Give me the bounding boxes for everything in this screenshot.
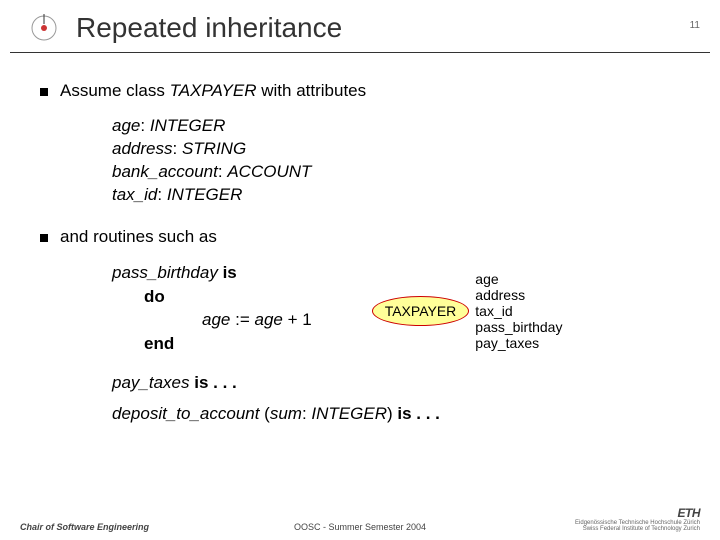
bullet-text: Assume class TAXPAYER with attributes: [60, 81, 366, 101]
routine-code: pass_birthday is do age := age + 1 end: [112, 261, 312, 356]
slide-footer: Chair of Software Engineering OOSC - Sum…: [0, 506, 720, 532]
attribute-line: address: STRING: [112, 138, 680, 161]
text: Assume class: [60, 81, 170, 100]
bullet-item: and routines such as: [40, 227, 680, 247]
var: age: [254, 310, 282, 329]
attribute-line: bank_account: ACCOUNT: [112, 161, 680, 184]
routine-name: pay_taxes: [112, 373, 190, 392]
text: with attributes: [257, 81, 367, 100]
bullet-text: and routines such as: [60, 227, 217, 247]
attr-name: address: [112, 139, 172, 158]
attribute-line: tax_id: INTEGER: [112, 184, 680, 207]
footer-right: ETH Eidgenössische Technische Hochschule…: [575, 506, 700, 532]
text: is . . .: [393, 404, 440, 423]
additional-routines: pay_taxes is . . . deposit_to_account (s…: [112, 368, 680, 429]
attr-type: INTEGER: [167, 185, 243, 204]
member: address: [475, 287, 562, 303]
attr-name: age: [112, 116, 140, 135]
eth-subtitle: Swiss Federal Institute of Technology Zu…: [575, 526, 700, 532]
page-number: 11: [690, 20, 700, 31]
class-member-list: age address tax_id pass_birthday pay_tax…: [475, 271, 562, 351]
member: pay_taxes: [475, 335, 562, 351]
attr-type: STRING: [182, 139, 246, 158]
bullet-item: Assume class TAXPAYER with attributes: [40, 81, 680, 101]
slide-header: Repeated inheritance: [10, 0, 710, 53]
slide-content: Assume class TAXPAYER with attributes ag…: [0, 53, 720, 429]
attr-name: tax_id: [112, 185, 157, 204]
op: :=: [230, 310, 254, 329]
slide-title: Repeated inheritance: [76, 12, 342, 44]
code-line: end: [144, 332, 312, 356]
text: :: [302, 404, 311, 423]
member: age: [475, 271, 562, 287]
text: is . . .: [190, 373, 237, 392]
routine-with-diagram: pass_birthday is do age := age + 1 end T…: [112, 261, 680, 356]
attr-type: ACCOUNT: [227, 162, 311, 181]
routine-name: deposit_to_account: [112, 404, 259, 423]
code-line: do: [144, 285, 312, 309]
text: (: [259, 404, 269, 423]
logo-icon: [30, 14, 58, 42]
footer-left: Chair of Software Engineering: [20, 522, 149, 532]
routine-line: pay_taxes is . . .: [112, 368, 680, 399]
param: sum: [270, 404, 302, 423]
routine-name: pass_birthday: [112, 263, 218, 282]
op: + 1: [283, 310, 312, 329]
member: tax_id: [475, 303, 562, 319]
class-ellipse: TAXPAYER: [372, 296, 470, 326]
routine-line: deposit_to_account (sum: INTEGER) is . .…: [112, 399, 680, 430]
code-line: pass_birthday is: [112, 261, 312, 285]
code-line: age := age + 1: [202, 308, 312, 332]
eth-logo: ETH: [575, 506, 700, 520]
class-diagram: TAXPAYER age address tax_id pass_birthda…: [372, 271, 563, 351]
attr-name: bank_account: [112, 162, 218, 181]
member: pass_birthday: [475, 319, 562, 335]
bullet-icon: [40, 88, 48, 96]
type: INTEGER: [311, 404, 387, 423]
var: age: [202, 310, 230, 329]
attribute-line: age: INTEGER: [112, 115, 680, 138]
bullet-icon: [40, 234, 48, 242]
footer-center: OOSC - Summer Semester 2004: [294, 522, 426, 532]
attr-type: INTEGER: [150, 116, 226, 135]
keyword: is: [223, 263, 237, 282]
class-name: TAXPAYER: [170, 81, 257, 100]
attribute-list: age: INTEGER address: STRING bank_accoun…: [112, 115, 680, 207]
